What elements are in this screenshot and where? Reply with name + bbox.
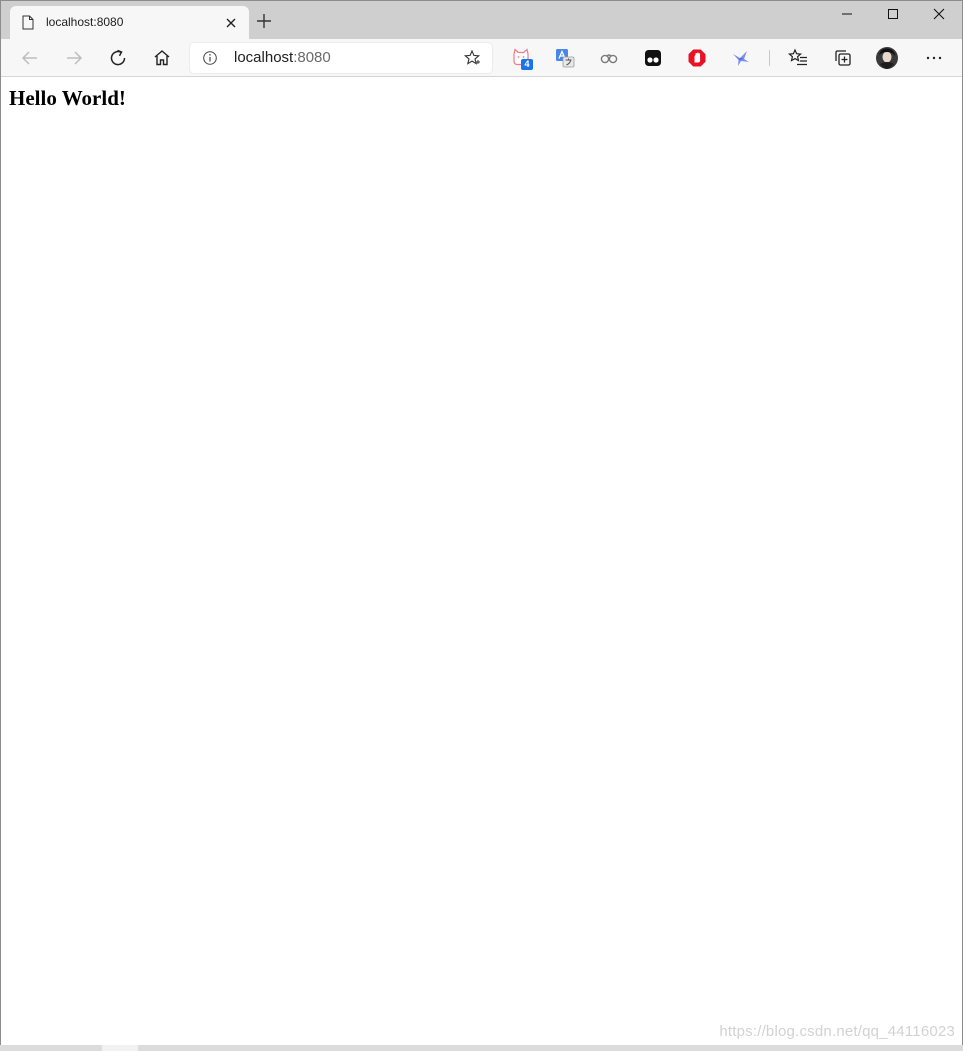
tampermonkey-icon[interactable] (641, 46, 665, 70)
bottom-strip (0, 1045, 963, 1051)
back-arrow-icon[interactable] (18, 46, 42, 70)
page-viewport: Hello World! (1, 78, 962, 1046)
bird-extension-icon[interactable] (729, 46, 753, 70)
title-bar: localhost:8080 (1, 1, 962, 39)
browser-window: localhost:8080 localhost:8080 4 Hello Wo… (0, 0, 963, 1051)
extension-badge: 4 (521, 59, 533, 70)
close-window-icon[interactable] (916, 3, 962, 25)
new-tab-plus-icon[interactable] (255, 12, 273, 30)
refresh-icon[interactable] (106, 46, 130, 70)
url-text[interactable]: localhost:8080 (234, 50, 331, 66)
forward-arrow-icon[interactable] (62, 46, 86, 70)
collections-icon[interactable] (831, 46, 855, 70)
more-icon[interactable] (922, 46, 946, 70)
navigation-toolbar: localhost:8080 4 (1, 39, 962, 77)
url-host: localhost (234, 49, 294, 66)
bottom-strip-thumb (102, 1045, 138, 1051)
minimize-icon[interactable] (824, 3, 870, 25)
profile-avatar-icon[interactable] (875, 46, 899, 70)
home-icon[interactable] (150, 46, 174, 70)
page-icon (22, 15, 34, 30)
tab-title: localhost:8080 (46, 15, 124, 29)
url-port: :8080 (293, 49, 331, 66)
adblock-icon[interactable] (685, 46, 709, 70)
maximize-icon[interactable] (870, 3, 916, 25)
star-icon[interactable] (463, 49, 481, 67)
watermark: https://blog.csdn.net/qq_44116023 (719, 1023, 955, 1040)
page-heading: Hello World! (9, 86, 126, 110)
favorites-icon[interactable] (786, 46, 810, 70)
info-icon[interactable] (202, 50, 218, 66)
gamepad-extension-icon[interactable] (597, 46, 621, 70)
address-bar[interactable]: localhost:8080 (190, 43, 492, 73)
close-tab-icon[interactable] (223, 15, 239, 31)
translate-extension-icon[interactable] (553, 46, 577, 70)
browser-tab[interactable]: localhost:8080 (10, 6, 249, 39)
cat-extension-icon[interactable]: 4 (509, 46, 533, 70)
toolbar-separator (769, 50, 770, 66)
